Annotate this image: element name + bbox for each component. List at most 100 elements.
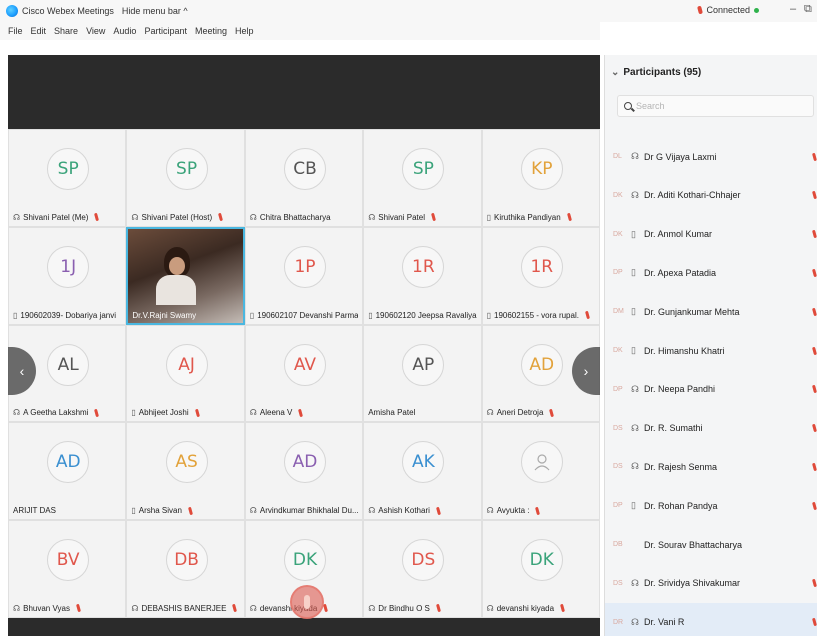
tile-label: ☊ Ashish Kothari — [368, 506, 476, 515]
participant-name: Dr. Gunjankumar Mehta — [644, 306, 740, 317]
participant-tile[interactable]: 1P ▯ 190602107 Devanshi Parmar — [244, 226, 364, 325]
tile-label: Amisha Patel — [368, 408, 476, 417]
menu-audio[interactable]: Audio — [113, 26, 136, 36]
participant-list-item[interactable]: DL ☊ Dr G Vijaya Laxmi — [605, 137, 817, 176]
participant-list-item[interactable]: DB Dr. Sourav Bhattacharya — [605, 525, 817, 564]
audio-icon: ☊ — [631, 422, 639, 433]
participant-tile[interactable]: AK ☊ Ashish Kothari — [363, 422, 482, 521]
phone-icon: ▯ — [631, 306, 636, 317]
chevron-down-icon: ⌄ — [611, 67, 620, 78]
participant-tile[interactable]: AP Amisha Patel — [363, 324, 482, 423]
participant-name: Shivani Patel (Me) — [23, 212, 89, 222]
avatar: AP — [402, 343, 445, 386]
audio-icon: ☊ — [131, 212, 139, 222]
participant-list-item[interactable]: DS ☊ Dr. R. Sumathi — [605, 409, 817, 448]
menu-edit[interactable]: Edit — [31, 26, 47, 36]
tile-label: ARIJIT DAS — [13, 506, 121, 515]
mic-muted-icon[interactable] — [812, 462, 817, 472]
participant-name: DEBASHIS BANERJEE — [141, 603, 227, 613]
hide-menu-bar-button[interactable]: Hide menu bar ^ — [122, 6, 188, 16]
participant-tile[interactable]: 1R ▯ 190602155 - vora rupal. — [481, 226, 600, 325]
participant-list-item[interactable]: DR ☊ Dr. Vani R — [605, 602, 817, 636]
avatar: DK — [520, 539, 563, 582]
participant-name: 190602039- Dobariya janvi — [20, 310, 117, 320]
mic-muted-icon[interactable] — [812, 501, 817, 510]
connection-dot-icon — [754, 7, 759, 13]
participant-tile[interactable]: ☊ Avyukta : — [481, 422, 600, 521]
participant-name: Dr. Anmol Kumar — [644, 229, 713, 240]
participant-tile[interactable]: KP ▯ Kiruthika Pandiyan — [481, 129, 600, 227]
phone-icon: ▯ — [486, 310, 491, 320]
participant-tile[interactable]: SP ☊ Shivani Patel (Me) — [8, 129, 127, 227]
participant-name: Ashish Kothari — [378, 506, 430, 516]
restore-button[interactable]: ⧉ — [804, 3, 812, 16]
tile-label: ☊ Bhuvan Vyas — [13, 604, 121, 613]
participant-list-item[interactable]: DP ☊ Dr. Neepa Pandhi — [605, 370, 817, 409]
participant-tile[interactable]: AD ARIJIT DAS — [8, 422, 127, 521]
participant-tile[interactable]: SP ☊ Shivani Patel (Host) — [126, 129, 245, 227]
menu-help[interactable]: Help — [235, 26, 254, 36]
participant-tile[interactable]: CB ☊ Chitra Bhattacharya — [244, 129, 364, 227]
avatar: DK — [283, 539, 326, 582]
menu-meeting[interactable]: Meeting — [195, 26, 227, 36]
mic-muted-icon[interactable] — [812, 307, 817, 316]
participant-tile[interactable]: 1J ▯ 190602039- Dobariya janvi — [8, 226, 127, 325]
avatar: AS — [165, 441, 208, 484]
participant-name: Dr. R. Sumathi — [644, 423, 703, 434]
participant-name: ARIJIT DAS — [13, 506, 56, 516]
mic-muted-icon — [218, 213, 224, 222]
mic-muted-icon — [560, 604, 566, 613]
participant-list-item[interactable]: DK ▯ Dr. Anmol Kumar — [605, 215, 817, 254]
participant-initials: DK — [613, 191, 623, 199]
audio-icon: ☊ — [249, 212, 257, 222]
audio-icon: ☊ — [249, 603, 257, 613]
mic-muted-icon — [697, 5, 704, 15]
participant-tile[interactable]: AS ▯ Arsha Sivan — [126, 422, 245, 521]
mic-muted-icon[interactable] — [812, 346, 817, 355]
audio-icon: ☊ — [486, 408, 494, 418]
participant-tile[interactable]: AJ ▯ Abhijeet Joshi — [126, 324, 245, 423]
participant-list-item[interactable]: DM ▯ Dr. Gunjankumar Mehta — [605, 292, 817, 331]
menu-view[interactable]: View — [86, 26, 105, 36]
mute-button[interactable] — [290, 585, 324, 619]
tile-label: ▯ Arsha Sivan — [131, 506, 239, 515]
audio-icon: ☊ — [249, 408, 257, 418]
participant-video-body — [156, 274, 197, 305]
participant-tile[interactable]: AV ☊ Aleena V — [244, 324, 364, 423]
menu-share[interactable]: Share — [54, 26, 78, 36]
mic-muted-icon[interactable] — [812, 268, 817, 278]
participant-tile[interactable]: DS ☊ Dr Bindhu O S — [363, 520, 482, 618]
participant-search-input[interactable]: Search — [617, 95, 814, 117]
participants-header[interactable]: ⌄ Participants (95) — [611, 67, 701, 78]
participant-tile[interactable]: 1R ▯ 190602120 Jeepsa Ravaliya — [363, 226, 482, 325]
participant-name: Dr. Sourav Bhattacharya — [644, 539, 743, 550]
tile-label: ☊ Shivani Patel — [368, 213, 476, 222]
participants-title: Participants (95) — [623, 67, 702, 78]
participant-list-item[interactable]: DS ☊ Dr. Rajesh Senma — [605, 447, 817, 486]
avatar: AK — [402, 441, 445, 484]
participant-name: Dr. Rohan Pandya — [644, 500, 718, 511]
participant-list-item[interactable]: DK ☊ Dr. Aditi Kothari-Chhajer — [605, 176, 817, 215]
participant-name: Amisha Patel — [368, 408, 416, 418]
participant-tile[interactable]: AD ☊ Arvindkumar Bhikhalal Du... — [244, 422, 364, 521]
participant-tile[interactable]: SP ☊ Shivani Patel — [363, 129, 482, 227]
participant-list-item[interactable]: DK ▯ Dr. Himanshu Khatri — [605, 331, 817, 370]
menu-participant[interactable]: Participant — [144, 26, 187, 36]
tile-label: ☊ Chitra Bhattacharya — [250, 213, 358, 222]
participant-tile[interactable]: DB ☊ DEBASHIS BANERJEE — [126, 520, 245, 618]
participant-list-item[interactable]: DS ☊ Dr. Srividya Shivakumar — [605, 564, 817, 603]
participant-tile[interactable]: BV ☊ Bhuvan Vyas — [8, 520, 127, 618]
mic-muted-icon — [566, 213, 572, 222]
menu-file[interactable]: File — [8, 26, 23, 36]
video-tile[interactable]: Dr.V.Rajni Swamy — [126, 226, 245, 325]
participant-tile[interactable]: DK ☊ devanshi kiyada — [481, 520, 600, 618]
minimize-button[interactable]: – — [790, 3, 796, 15]
phone-icon: ▯ — [13, 310, 18, 320]
participant-list-item[interactable]: DP ▯ Dr. Apexa Patadia — [605, 253, 817, 292]
participant-list-item[interactable]: DP ▯ Dr. Rohan Pandya — [605, 486, 817, 525]
audio-icon: ☊ — [631, 383, 639, 394]
participant-name: Dr. Srividya Shivakumar — [644, 578, 741, 589]
meeting-controls-bar — [8, 618, 600, 636]
mic-muted-icon[interactable] — [812, 152, 817, 161]
microphone-icon — [304, 595, 310, 609]
